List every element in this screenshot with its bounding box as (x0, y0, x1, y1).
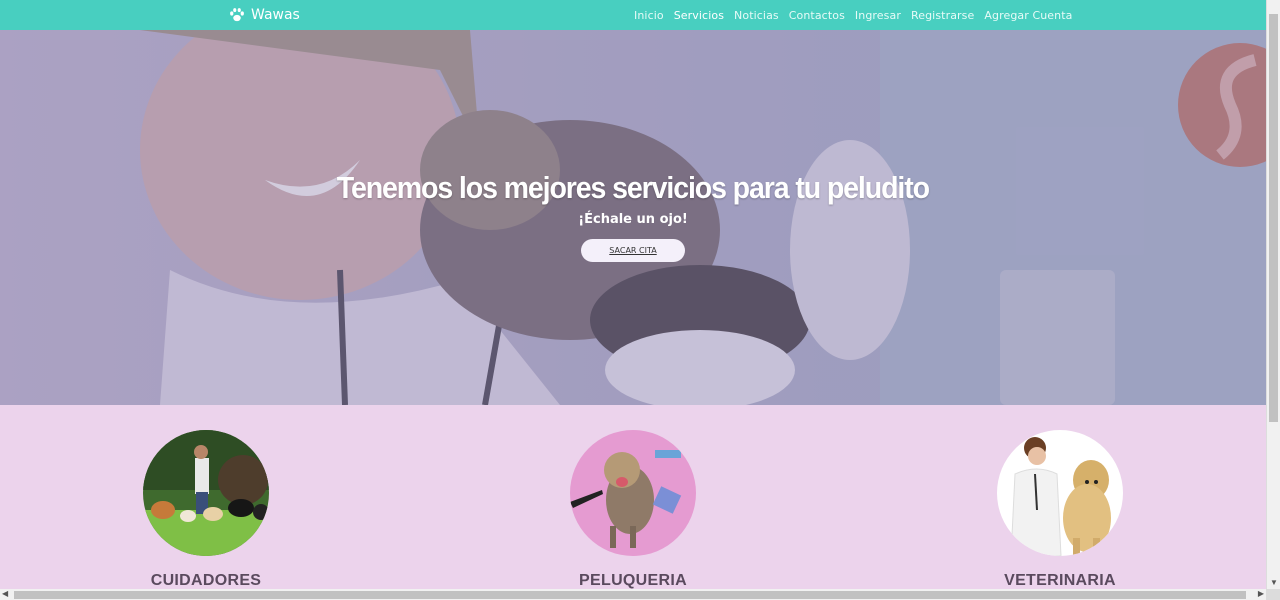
service-image-peluqueria[interactable] (570, 430, 696, 556)
nav-link-noticias[interactable]: Noticias (734, 9, 779, 22)
service-cuidadores[interactable]: CUIDADORES (96, 430, 316, 590)
paw-icon (230, 8, 244, 22)
scroll-left-icon[interactable]: ◀ (2, 589, 8, 598)
nav-link-agregar-cuenta[interactable]: Agregar Cuenta (984, 9, 1072, 22)
nav-link-ingresar[interactable]: Ingresar (855, 9, 901, 22)
scroll-right-icon[interactable]: ▶ (1258, 589, 1264, 598)
service-label-veterinaria[interactable]: VETERINARIA (950, 572, 1170, 590)
service-label-peluqueria[interactable]: PELUQUERIA (523, 572, 743, 590)
sacar-cita-button[interactable]: SACAR CITA (581, 239, 685, 262)
horizontal-scrollbar-thumb[interactable] (14, 591, 1246, 599)
horizontal-scrollbar[interactable]: ◀ ▶ (0, 589, 1266, 600)
brand-link[interactable]: Wawas (228, 0, 300, 30)
scroll-down-icon[interactable]: ▼ (1270, 578, 1278, 587)
vertical-scrollbar-thumb[interactable] (1269, 14, 1278, 422)
service-peluqueria[interactable]: PELUQUERIA (523, 430, 743, 590)
service-image-veterinaria[interactable] (997, 430, 1123, 556)
nav-link-registrarse[interactable]: Registrarse (911, 9, 974, 22)
peluqueria-image (570, 430, 696, 556)
hero-subtitle: ¡Échale un ojo! (578, 212, 688, 227)
hero-content: Tenemos los mejores servicios para tu pe… (0, 170, 1266, 262)
hero-title: Tenemos los mejores servicios para tu pe… (336, 170, 930, 205)
service-image-cuidadores[interactable] (143, 430, 269, 556)
navbar: Wawas Inicio Servicios Noticias Contacto… (0, 0, 1266, 30)
veterinaria-image (997, 430, 1123, 556)
vertical-scrollbar[interactable]: ▼ (1266, 0, 1280, 589)
nav-link-contactos[interactable]: Contactos (789, 9, 845, 22)
nav-links: Inicio Servicios Noticias Contactos Ingr… (634, 0, 1073, 30)
nav-link-inicio[interactable]: Inicio (634, 9, 664, 22)
services-section: CUIDADORES PELUQUERIA VETERINARIA (0, 405, 1266, 589)
scrollbar-corner (1266, 589, 1280, 600)
cuidadores-image (143, 430, 269, 556)
brand-name: Wawas (251, 7, 300, 23)
service-veterinaria[interactable]: VETERINARIA (950, 430, 1170, 590)
nav-link-servicios[interactable]: Servicios (674, 9, 724, 22)
hero-section: Tenemos los mejores servicios para tu pe… (0, 30, 1266, 405)
service-label-cuidadores[interactable]: CUIDADORES (96, 572, 316, 590)
